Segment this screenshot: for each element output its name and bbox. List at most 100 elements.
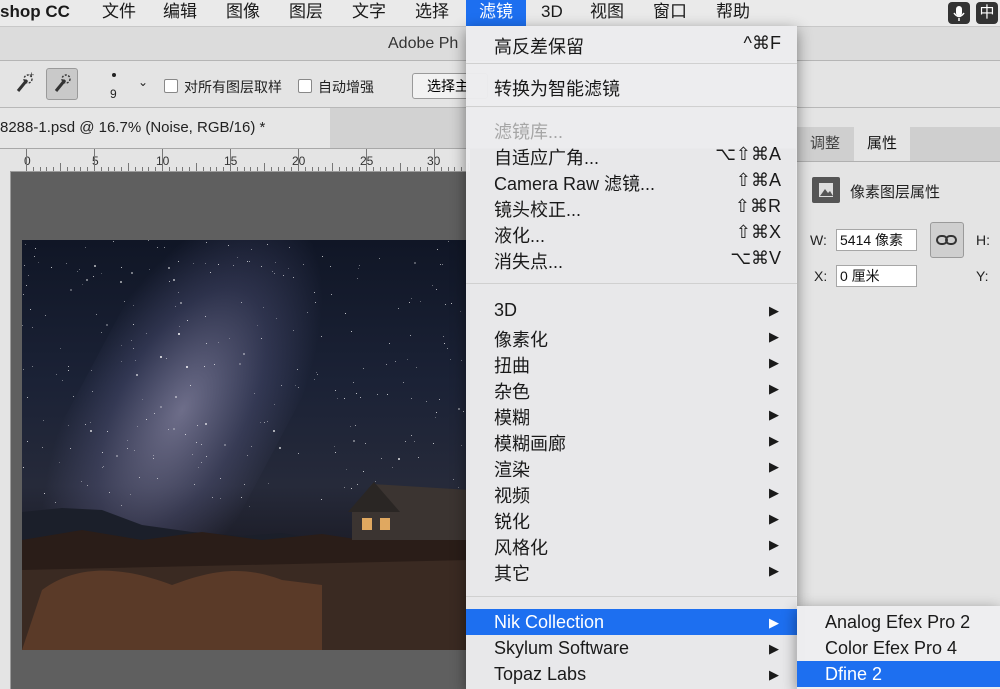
document-tab-label: 8288-1.psd @ 16.7% (Noise, RGB/16) * — [0, 119, 266, 136]
menu-item-noise[interactable]: 杂色 ▶ — [466, 375, 797, 402]
menu-item-liquify[interactable]: 液化... ⇧⌘X — [466, 219, 797, 246]
submenu-arrow-icon: ▶ — [769, 459, 779, 474]
chevron-down-icon[interactable]: ⌄ — [138, 75, 148, 89]
auto-enhance-label: 自动增强 — [318, 79, 374, 95]
menu-separator — [466, 596, 797, 597]
ruler-tick — [216, 167, 217, 171]
submenu-item-dfine[interactable]: Dfine 2 — [797, 661, 1000, 687]
submenu-item-analog-efex-pro[interactable]: Analog Efex Pro 2 — [797, 609, 1000, 635]
menu-item-vanishing-point[interactable]: 消失点... ⌥⌘V — [466, 245, 797, 272]
submenu-item-color-efex-pro[interactable]: Color Efex Pro 4 — [797, 635, 1000, 661]
menu-item-other[interactable]: 其它 ▶ — [466, 557, 797, 584]
document-tab[interactable]: 8288-1.psd @ 16.7% (Noise, RGB/16) * — [0, 108, 330, 148]
nik-collection-submenu: Analog Efex Pro 2 Color Efex Pro 4 Dfine… — [797, 606, 1000, 689]
ruler-tick — [278, 167, 279, 171]
link-icon[interactable] — [930, 222, 964, 258]
menu-item-shortcut: ⌥⌘V — [730, 248, 781, 268]
ruler-tick — [414, 167, 415, 171]
menu-item-sharpen[interactable]: 锐化 ▶ — [466, 505, 797, 532]
ruler-tick — [80, 167, 81, 171]
ruler-tick — [284, 167, 285, 171]
sample-all-layers-label: 对所有图层取样 — [184, 79, 282, 95]
ruler-tick — [155, 167, 156, 171]
menu-item-blur[interactable]: 模糊 ▶ — [466, 401, 797, 428]
tab-properties[interactable]: 属性 — [854, 127, 910, 161]
ruler-tick — [135, 167, 136, 171]
menu-3d[interactable]: 3D — [541, 0, 563, 26]
menu-item-pixelate[interactable]: 像素化 ▶ — [466, 323, 797, 350]
ruler-tick — [339, 167, 340, 171]
menu-image[interactable]: 图像 — [226, 0, 260, 26]
menu-item-topaz-labs[interactable]: Topaz Labs ▶ — [466, 661, 797, 687]
panel-tabs: 调整 属性 — [796, 127, 1000, 162]
ruler-tick — [325, 167, 326, 171]
ruler-tick — [366, 149, 367, 171]
height-label: H: — [976, 232, 990, 248]
app-menu[interactable]: shop CC — [0, 0, 70, 26]
menu-item-3d[interactable]: 3D ▶ — [466, 297, 797, 323]
sample-all-layers-checkbox[interactable] — [164, 79, 178, 93]
quick-select-add-icon[interactable]: + — [8, 68, 40, 100]
submenu-arrow-icon: ▶ — [769, 485, 779, 500]
tab-adjustments[interactable]: 调整 — [810, 127, 850, 161]
ruler-tick — [67, 167, 68, 171]
ruler-tick — [386, 167, 387, 171]
ruler-label: 5 — [92, 154, 99, 168]
menu-item-label: Skylum Software — [494, 638, 630, 658]
menu-layer[interactable]: 图层 — [289, 0, 323, 26]
menu-item-stylize[interactable]: 风格化 ▶ — [466, 531, 797, 558]
menu-item-render[interactable]: 渲染 ▶ — [466, 453, 797, 480]
canvas-image[interactable] — [22, 240, 470, 650]
submenu-arrow-icon: ▶ — [769, 433, 779, 448]
ruler-tick — [291, 167, 292, 171]
submenu-arrow-icon: ▶ — [769, 511, 779, 526]
menu-separator — [466, 63, 797, 64]
menu-item-blur-gallery[interactable]: 模糊画廊 ▶ — [466, 427, 797, 454]
pixel-layer-icon — [812, 177, 840, 203]
submenu-arrow-icon: ▶ — [769, 563, 779, 578]
menu-item-video[interactable]: 视频 ▶ — [466, 479, 797, 506]
x-field[interactable]: 0 厘米 — [836, 265, 917, 287]
horizontal-ruler[interactable]: 0 5 10 15 20 25 30 — [0, 149, 470, 172]
menu-item-skylum-software[interactable]: Skylum Software ▶ — [466, 635, 797, 661]
menu-item-convert-smart-filter[interactable]: 转换为智能滤镜 — [466, 72, 797, 99]
ruler-tick — [128, 163, 129, 171]
menu-edit[interactable]: 编辑 — [163, 0, 197, 26]
menu-help[interactable]: 帮助 — [716, 0, 750, 26]
properties-panel: 调整 属性 像素图层属性 W: 5414 像素 H: X: 0 厘米 Y: — [796, 108, 1000, 689]
menu-item-filter-gallery: 滤镜库... — [466, 115, 797, 142]
menu-select[interactable]: 选择 — [415, 0, 449, 26]
ruler-tick — [74, 167, 75, 171]
menu-view[interactable]: 视图 — [590, 0, 624, 26]
vertical-ruler[interactable] — [0, 171, 11, 689]
menu-item-nik-collection[interactable]: Nik Collection ▶ — [466, 609, 797, 635]
menu-item-shortcut: ⇧⌘X — [735, 222, 781, 242]
width-label: W: — [810, 232, 827, 248]
menu-item-high-pass[interactable]: 高反差保留 ^⌘F — [466, 30, 797, 57]
quick-select-subtract-icon[interactable] — [46, 68, 78, 100]
menu-file[interactable]: 文件 — [102, 0, 136, 26]
menu-filter[interactable]: 滤镜 — [466, 0, 526, 26]
width-field[interactable]: 5414 像素 — [836, 229, 917, 251]
ruler-tick — [441, 167, 442, 171]
menu-item-distort[interactable]: 扭曲 ▶ — [466, 349, 797, 376]
ruler-tick — [407, 167, 408, 171]
input-method-indicator[interactable]: 中 — [976, 2, 998, 24]
menu-type[interactable]: 文字 — [352, 0, 386, 26]
svg-text:+: + — [29, 70, 34, 80]
ruler-tick — [461, 167, 462, 171]
menu-item-shortcut: ^⌘F — [743, 33, 781, 53]
ruler-tick — [169, 167, 170, 171]
microphone-icon[interactable] — [948, 2, 970, 24]
menu-window[interactable]: 窗口 — [653, 0, 687, 26]
ruler-tick — [60, 163, 61, 171]
ruler-tick — [298, 149, 299, 171]
auto-enhance-checkbox[interactable] — [298, 79, 312, 93]
ruler-tick — [237, 167, 238, 171]
menu-item-adaptive-wide-angle[interactable]: 自适应广角... ⌥⇧⌘A — [466, 141, 797, 168]
menu-item-camera-raw[interactable]: Camera Raw 滤镜... ⇧⌘A — [466, 167, 797, 194]
menu-item-label: 高反差保留 — [494, 37, 584, 57]
menu-item-lens-correction[interactable]: 镜头校正... ⇧⌘R — [466, 193, 797, 220]
menu-item-shortcut: ⇧⌘R — [734, 196, 781, 216]
ruler-tick — [182, 167, 183, 171]
